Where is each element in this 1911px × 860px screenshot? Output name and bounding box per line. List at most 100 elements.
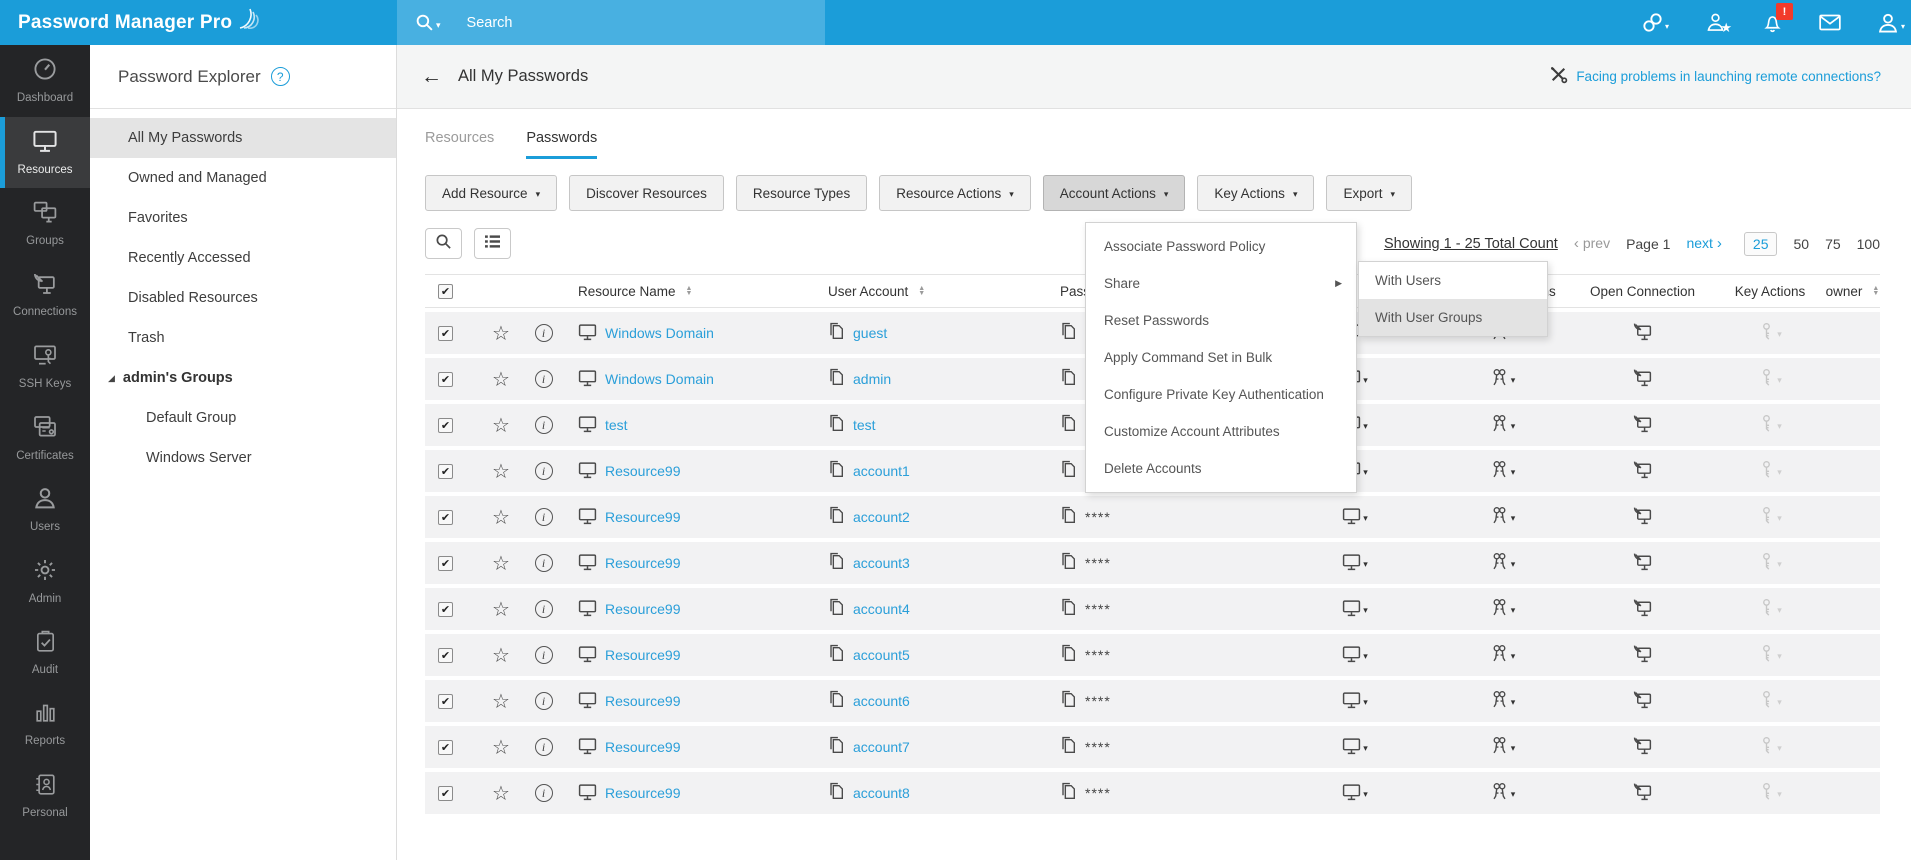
user-profile-icon[interactable]: ▾ — [1877, 12, 1905, 34]
info-icon[interactable]: i — [535, 692, 553, 710]
password-actions-dropdown[interactable]: ▾ — [1342, 599, 1368, 620]
row-checkbox[interactable]: ✔ — [438, 326, 453, 341]
explorer-item-favorites[interactable]: Favorites — [90, 198, 396, 238]
password-copy-icon[interactable] — [1060, 506, 1077, 528]
password-copy-icon[interactable] — [1060, 368, 1077, 390]
nav-audit[interactable]: Audit — [0, 617, 90, 689]
nav-admin[interactable]: Admin — [0, 546, 90, 618]
user-account-link[interactable]: admin — [853, 371, 891, 387]
key-pair-actions-dropdown[interactable]: ▾ — [1490, 414, 1516, 436]
menu-item-configure-private-key-authentication[interactable]: Configure Private Key Authentication — [1086, 376, 1356, 413]
info-icon[interactable]: i — [535, 370, 553, 388]
account-actions-button[interactable]: Account Actions▾ — [1043, 175, 1186, 211]
connections-link-icon[interactable]: ▾ — [1642, 12, 1669, 33]
back-arrow-icon[interactable]: ← — [421, 65, 442, 89]
menu-item-apply-command-set-in-bulk[interactable]: Apply Command Set in Bulk — [1086, 339, 1356, 376]
favorite-star-icon[interactable]: ☆ — [492, 551, 510, 576]
favorite-star-icon[interactable]: ☆ — [492, 505, 510, 530]
info-icon[interactable]: i — [535, 508, 553, 526]
password-actions-dropdown[interactable]: ▾ — [1342, 553, 1368, 574]
user-account-link[interactable]: account7 — [853, 739, 910, 755]
row-checkbox[interactable]: ✔ — [438, 510, 453, 525]
info-icon[interactable]: i — [535, 784, 553, 802]
open-connection-icon[interactable] — [1633, 322, 1653, 344]
password-copy-icon[interactable] — [1060, 598, 1077, 620]
tab-passwords[interactable]: Passwords — [526, 130, 597, 159]
favorite-star-icon[interactable]: ☆ — [492, 643, 510, 668]
nav-groups[interactable]: Groups — [0, 188, 90, 260]
prev-page-button[interactable]: ‹prev — [1574, 235, 1610, 252]
explorer-item-recently-accessed[interactable]: Recently Accessed — [90, 238, 396, 278]
key-pair-actions-dropdown[interactable]: ▾ — [1490, 506, 1516, 528]
submenu-item-with-user-groups[interactable]: With User Groups — [1359, 299, 1547, 336]
mail-icon[interactable] — [1819, 14, 1841, 31]
key-actions-button[interactable]: Key Actions▾ — [1197, 175, 1314, 211]
resource-name-link[interactable]: Windows Domain — [605, 371, 714, 387]
resource-name-link[interactable]: Resource99 — [605, 693, 681, 709]
favorite-star-icon[interactable]: ☆ — [492, 781, 510, 806]
select-all-checkbox[interactable]: ✔ — [438, 284, 453, 299]
resource-name-link[interactable]: Resource99 — [605, 739, 681, 755]
password-copy-icon[interactable] — [1060, 322, 1077, 344]
resource-name-link[interactable]: Resource99 — [605, 785, 681, 801]
add-resource-button[interactable]: Add Resource▾ — [425, 175, 557, 211]
tab-resources[interactable]: Resources — [425, 130, 494, 159]
explorer-item-windows-server[interactable]: Windows Server — [90, 438, 396, 478]
page-size-100[interactable]: 100 — [1857, 236, 1880, 252]
resource-actions-button[interactable]: Resource Actions▾ — [879, 175, 1031, 211]
nav-certificates[interactable]: Certificates — [0, 403, 90, 475]
row-checkbox[interactable]: ✔ — [438, 740, 453, 755]
user-account-link[interactable]: account5 — [853, 647, 910, 663]
open-connection-icon[interactable] — [1633, 414, 1653, 436]
row-checkbox[interactable]: ✔ — [438, 556, 453, 571]
favorite-star-icon[interactable]: ☆ — [492, 735, 510, 760]
open-connection-icon[interactable] — [1633, 644, 1653, 666]
resource-name-link[interactable]: Resource99 — [605, 647, 681, 663]
row-checkbox[interactable]: ✔ — [438, 694, 453, 709]
nav-dashboard[interactable]: Dashboard — [0, 45, 90, 117]
menu-item-associate-password-policy[interactable]: Associate Password Policy — [1086, 228, 1356, 265]
submenu-item-with-users[interactable]: With Users — [1359, 262, 1547, 299]
resource-name-link[interactable]: Resource99 — [605, 463, 681, 479]
password-copy-icon[interactable] — [1060, 460, 1077, 482]
sort-icon[interactable]: ▲▼ — [686, 286, 693, 296]
key-pair-actions-dropdown[interactable]: ▾ — [1490, 598, 1516, 620]
resource-name-link[interactable]: Resource99 — [605, 555, 681, 571]
row-checkbox[interactable]: ✔ — [438, 372, 453, 387]
open-connection-icon[interactable] — [1633, 552, 1653, 574]
row-checkbox[interactable]: ✔ — [438, 418, 453, 433]
nav-resources[interactable]: Resources — [0, 117, 90, 189]
user-account-link[interactable]: account1 — [853, 463, 910, 479]
favorite-star-icon[interactable]: ☆ — [492, 413, 510, 438]
open-connection-icon[interactable] — [1633, 736, 1653, 758]
column-chooser-button[interactable] — [474, 228, 511, 259]
row-checkbox[interactable]: ✔ — [438, 464, 453, 479]
resource-name-link[interactable]: Windows Domain — [605, 325, 714, 341]
resource-name-link[interactable]: test — [605, 417, 628, 433]
table-search-button[interactable] — [425, 228, 462, 259]
nav-ssh-keys[interactable]: SSH Keys — [0, 331, 90, 403]
open-connection-icon[interactable] — [1633, 460, 1653, 482]
pagination-summary[interactable]: Showing 1 - 25 Total Count — [1384, 236, 1558, 252]
resource-name-link[interactable]: Resource99 — [605, 601, 681, 617]
user-account-link[interactable]: account6 — [853, 693, 910, 709]
key-pair-actions-dropdown[interactable]: ▾ — [1490, 644, 1516, 666]
user-account-link[interactable]: account3 — [853, 555, 910, 571]
favorites-user-icon[interactable]: ★ — [1705, 12, 1726, 33]
open-connection-icon[interactable] — [1633, 368, 1653, 390]
favorite-star-icon[interactable]: ☆ — [492, 321, 510, 346]
info-icon[interactable]: i — [535, 462, 553, 480]
password-actions-dropdown[interactable]: ▾ — [1342, 783, 1368, 804]
remote-connections-help-link[interactable]: Facing problems in launching remote conn… — [1549, 65, 1881, 89]
app-logo[interactable]: Password Manager Pro — [0, 0, 397, 45]
help-icon[interactable]: ? — [271, 67, 290, 86]
resource-types-button[interactable]: Resource Types — [736, 175, 867, 211]
favorite-star-icon[interactable]: ☆ — [492, 367, 510, 392]
key-pair-actions-dropdown[interactable]: ▾ — [1490, 460, 1516, 482]
sort-icon[interactable]: ▲▼ — [1872, 286, 1879, 296]
page-size-25[interactable]: 25 — [1744, 232, 1778, 256]
info-icon[interactable]: i — [535, 646, 553, 664]
explorer-item-trash[interactable]: Trash — [90, 318, 396, 358]
menu-item-delete-accounts[interactable]: Delete Accounts — [1086, 450, 1356, 487]
favorite-star-icon[interactable]: ☆ — [492, 597, 510, 622]
